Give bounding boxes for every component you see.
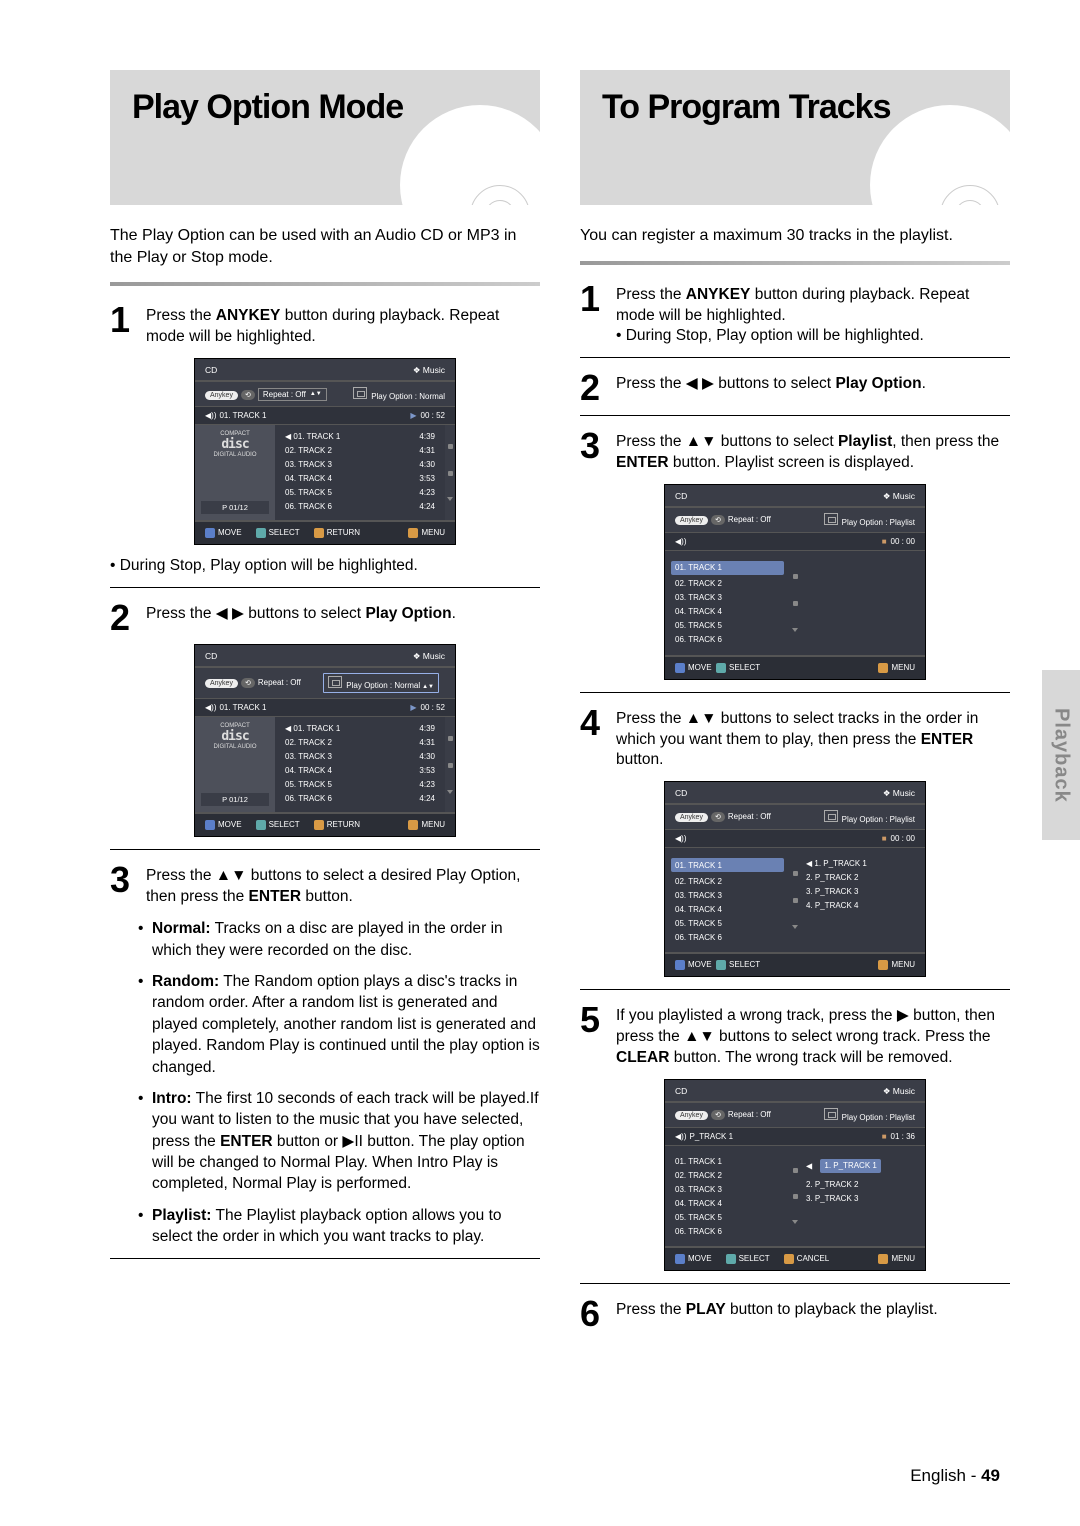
play-option-list: Normal: Tracks on a disc are played in t… [138,918,540,1247]
r-step-2: 2 Press the ◀ ▶ buttons to select Play O… [580,372,1010,404]
cd-player-screen-1: CDMusic Anykey⟲Repeat : Off▲▼ Play Optio… [194,358,456,545]
play-option-icon [353,387,367,399]
playlist-screen-playing: CDMusic Anykey⟲Repeat : Off Play Option … [664,1079,926,1271]
step-1: 1 Press the ANYKEY button during playbac… [110,304,540,348]
section-tab: Playback [1042,670,1080,840]
left-intro: The Play Option can be used with an Audi… [110,225,540,268]
playlist-screen-empty: CDMusic Anykey⟲Repeat : Off Play Option … [664,484,926,680]
r-step-5: 5 If you playlisted a wrong track, press… [580,1004,1010,1069]
right-column: To Program Tracks You can register a max… [580,70,1010,1341]
disc-logo: COMPACTdiscDIGITAL AUDIO [201,431,269,458]
section-header-left: Play Option Mode [110,70,540,205]
playlist-screen-adding: CDMusic Anykey⟲Repeat : Off Play Option … [664,781,926,977]
left-column: Play Option Mode The Play Option can be … [110,70,540,1341]
r-step-6: 6 Press the PLAY button to playback the … [580,1298,1010,1330]
stop-icon: ■ [882,537,887,546]
page-footer: English - 49 [910,1466,1000,1486]
left-note1: • During Stop, Play option will be highl… [110,557,540,575]
cd-player-screen-2: CDMusic Anykey⟲Repeat : Off Play Option … [194,644,456,837]
step-3: 3 Press the ▲▼ buttons to select a desir… [110,864,540,908]
section-header-right: To Program Tracks [580,70,1010,205]
r-step-3: 3 Press the ▲▼ buttons to select Playlis… [580,430,1010,474]
r-step-1: 1 Press the ANYKEY button during playbac… [580,283,1010,348]
r-step-4: 4 Press the ▲▼ buttons to select tracks … [580,707,1010,772]
step-2: 2 Press the ◀ ▶ buttons to select Play O… [110,602,540,634]
speaker-icon: ◀)) [205,411,216,420]
play-icon: ▶ [410,411,416,420]
divider [110,282,540,286]
step-number: 1 [110,304,136,336]
right-intro: You can register a maximum 30 tracks in … [580,225,1010,247]
